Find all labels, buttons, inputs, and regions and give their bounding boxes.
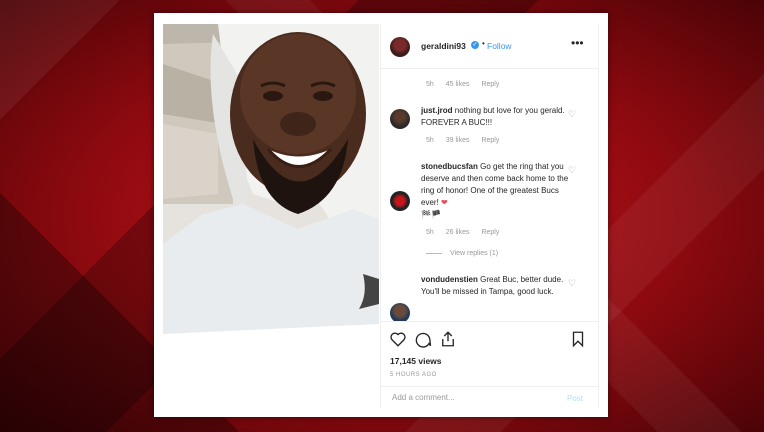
- comment-meta: 5h 39 likes Reply: [426, 137, 509, 144]
- separator-dot: •: [482, 39, 485, 48]
- reply-button[interactable]: Reply: [481, 137, 499, 144]
- comment-text: vondudenstien Great Buc, better dude. Yo…: [421, 274, 571, 298]
- post-header: geraldini93 ✓ • Follow •••: [381, 24, 598, 69]
- heart-emoji: ❤: [441, 198, 448, 207]
- post-time: 5 HOURS AGO: [390, 372, 437, 378]
- bookmark-icon[interactable]: [569, 330, 587, 348]
- post-photo-image: [163, 24, 379, 408]
- view-replies-button[interactable]: View replies (1): [426, 250, 498, 257]
- more-options-icon[interactable]: •••: [571, 36, 584, 50]
- like-comment-icon[interactable]: ♡: [568, 165, 576, 176]
- view-count[interactable]: 17,145 views: [390, 356, 442, 366]
- comment-likes[interactable]: 39 likes: [446, 137, 470, 144]
- commenter-avatar[interactable]: [390, 109, 410, 129]
- comment-time: 5h: [426, 81, 434, 88]
- username[interactable]: geraldini93: [421, 41, 466, 51]
- verified-icon: ✓: [471, 41, 479, 49]
- post-panel: geraldini93 ✓ • Follow ••• 5h 45 likes R…: [380, 24, 599, 408]
- comment-text: stonedbucsfan Go get the ring that you d…: [421, 161, 571, 221]
- commenter-avatar[interactable]: [390, 191, 410, 211]
- instagram-embed: geraldini93 ✓ • Follow ••• 5h 45 likes R…: [154, 13, 608, 417]
- comment-icon[interactable]: [414, 330, 432, 348]
- like-icon[interactable]: [389, 330, 407, 348]
- comment-meta: 5h 45 likes Reply: [426, 81, 509, 88]
- commenter-username[interactable]: stonedbucsfan: [421, 162, 478, 171]
- add-comment-input[interactable]: [390, 392, 544, 403]
- follow-button[interactable]: Follow: [487, 41, 512, 51]
- comment-likes[interactable]: 45 likes: [446, 81, 470, 88]
- post-actions: 17,145 views 5 HOURS AGO Post: [381, 321, 598, 409]
- like-comment-icon[interactable]: ♡: [568, 109, 576, 120]
- post-comment-button[interactable]: Post: [567, 394, 583, 403]
- comment-meta: 5h 26 likes Reply: [426, 229, 509, 236]
- commenter-username[interactable]: just.jrod: [421, 106, 453, 115]
- commenter-avatar[interactable]: [390, 303, 410, 321]
- commenter-username[interactable]: vondudenstien: [421, 275, 478, 284]
- view-replies-label: View replies (1): [450, 250, 499, 257]
- view-replies-line: [426, 252, 442, 254]
- comment-likes[interactable]: 26 likes: [446, 229, 470, 236]
- reply-button[interactable]: Reply: [481, 81, 499, 88]
- share-icon[interactable]: [439, 330, 457, 348]
- reply-button[interactable]: Reply: [481, 229, 499, 236]
- flag-emoji: 🏁🏴: [421, 210, 441, 219]
- add-comment-bar: Post: [381, 386, 598, 410]
- post-photo[interactable]: [163, 24, 379, 408]
- comment-time: 5h: [426, 137, 434, 144]
- comments-list[interactable]: 5h 45 likes Reply just.jrod nothing but …: [381, 69, 598, 321]
- comment-time: 5h: [426, 229, 434, 236]
- like-comment-icon[interactable]: ♡: [568, 278, 576, 289]
- comment-text: just.jrod nothing but love for you geral…: [421, 105, 571, 129]
- profile-avatar[interactable]: [390, 37, 410, 57]
